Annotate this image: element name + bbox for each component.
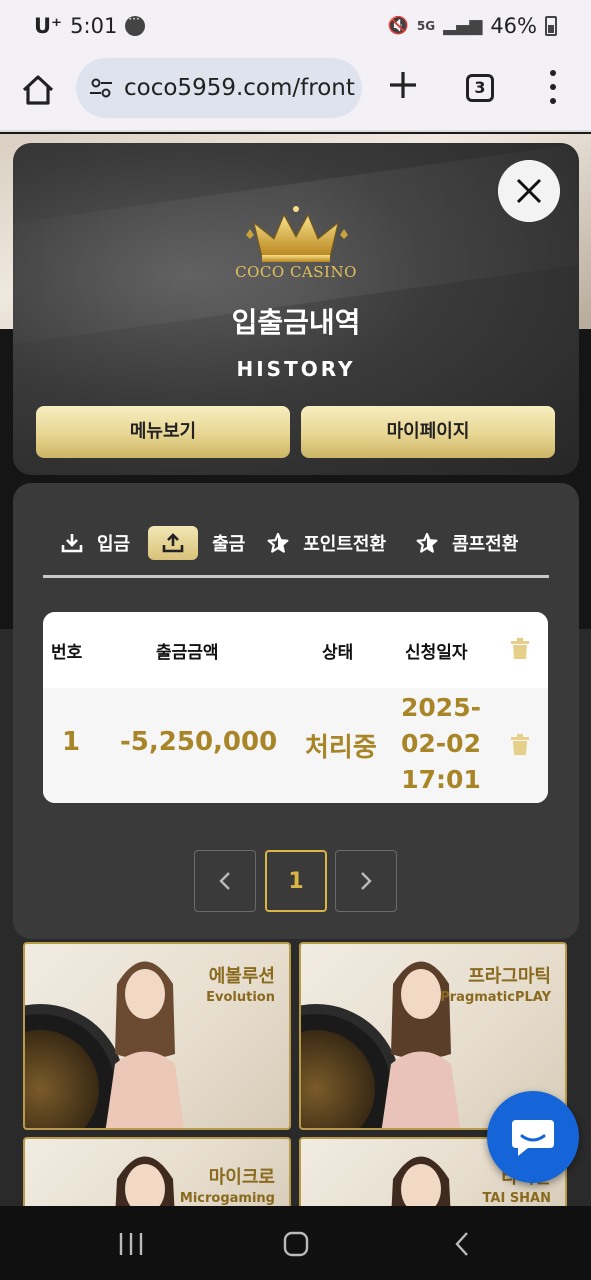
header-amount: 출금금액 (156, 643, 219, 663)
history-content-card: 입금 출금 포인트전환 콤프전환 번호 출금금액 상태 신청일자 1 -5,25… (13, 483, 579, 939)
carrier-label: U⁺ (34, 14, 63, 38)
browser-toolbar: coco5959.com/front 3 (0, 56, 591, 132)
battery-icon (545, 16, 557, 36)
tab-withdraw-label: 출금 (212, 534, 246, 555)
delete-row-icon[interactable] (510, 734, 530, 756)
row-date-line1: 2025- (401, 693, 481, 722)
prev-page-button[interactable] (194, 850, 256, 912)
game-name-ko: 에볼루션 (208, 966, 275, 987)
tab-deposit[interactable]: 입금 (61, 530, 130, 556)
row-amount: -5,250,000 (120, 727, 278, 757)
url-text: coco5959.com/front (124, 75, 355, 101)
back-icon[interactable] (452, 1230, 472, 1258)
history-header-card: COCO CASINO 입출금내역 HISTORY 메뉴보기 마이페이지 (13, 143, 579, 475)
address-bar[interactable]: coco5959.com/front (76, 58, 362, 118)
star-icon (416, 532, 438, 553)
upload-icon (162, 533, 184, 553)
chevron-left-icon (219, 872, 230, 890)
download-icon (61, 534, 83, 553)
header-status: 상태 (322, 643, 354, 663)
message-icon (125, 12, 146, 36)
page-1-button[interactable]: 1 (265, 850, 327, 912)
battery-label: 46% (490, 14, 537, 38)
history-tabs: 입금 출금 포인트전환 콤프전환 (43, 523, 547, 563)
recent-apps-icon[interactable] (118, 1230, 144, 1258)
header-number: 번호 (51, 643, 83, 663)
logo-text: COCO CASINO (235, 263, 357, 281)
delete-all-icon[interactable] (510, 638, 530, 660)
chat-bubble-icon (512, 1120, 554, 1156)
coco-casino-logo: COCO CASINO (224, 205, 368, 285)
row-date-line3: 17:01 (401, 765, 481, 794)
live-chat-button[interactable] (487, 1091, 579, 1183)
tab-withdraw-icon-box (148, 526, 199, 560)
page-title: 입출금내역 (231, 306, 361, 339)
page-subtitle: HISTORY (236, 357, 356, 381)
menu-button[interactable]: 메뉴보기 (36, 406, 290, 458)
next-page-button[interactable] (335, 850, 397, 912)
game-name-ko: 프라그마틱 (468, 966, 551, 987)
mute-icon: 🔇 (387, 16, 409, 36)
dealer-image (105, 961, 185, 1128)
crown-icon (246, 206, 348, 262)
table-row: 1 -5,250,000 처리중 2025- 02-02 17:01 (43, 688, 548, 803)
close-icon[interactable] (498, 160, 560, 222)
tab-withdraw[interactable]: 출금 (148, 526, 245, 560)
star-icon (267, 532, 289, 553)
dealer-image (381, 961, 461, 1128)
header-date: 신청일자 (405, 643, 468, 663)
home-nav-icon[interactable] (283, 1230, 309, 1258)
game-name-en: PragmaticPLAY (440, 990, 551, 1005)
row-date-line2: 02-02 (401, 729, 481, 758)
game-name-ko: 마이크로 (208, 1167, 275, 1188)
row-number: 1 (62, 727, 81, 757)
new-tab-icon[interactable] (386, 68, 420, 102)
status-bar: U⁺ 5:01 🔇 5G ▂▄▆ 46% (0, 0, 591, 56)
row-status: 처리중 (305, 733, 377, 763)
home-icon[interactable] (18, 70, 58, 110)
game-card-evolution[interactable]: 에볼루션 Evolution (23, 942, 291, 1130)
tab-comp-conversion[interactable]: 콤프전환 (416, 530, 518, 556)
tab-comp-label: 콤프전환 (452, 534, 519, 555)
site-settings-icon[interactable] (88, 75, 114, 101)
withdraw-history-table: 번호 출금금액 상태 신청일자 1 -5,250,000 처리중 2025- 0… (43, 612, 548, 803)
network-label: 5G (416, 19, 436, 33)
game-name-en: Evolution (206, 990, 275, 1005)
row-date: 2025- 02-02 17:01 (391, 690, 491, 798)
system-nav-bar (0, 1206, 591, 1280)
tab-point-label: 포인트전환 (303, 534, 387, 555)
table-header: 번호 출금금액 상태 신청일자 (43, 612, 548, 688)
game-card-microgaming[interactable]: 마이크로 Microgaming (23, 1137, 291, 1217)
tab-switcher-button[interactable]: 3 (466, 74, 494, 102)
mypage-button[interactable]: 마이페이지 (301, 406, 555, 458)
tab-deposit-label: 입금 (97, 534, 131, 555)
time-label: 5:01 (70, 14, 118, 38)
game-name-en: TAI SHAN (482, 1191, 551, 1206)
game-name-en: Microgaming (179, 1191, 275, 1206)
tab-point-conversion[interactable]: 포인트전환 (267, 530, 386, 556)
chevron-right-icon (361, 872, 372, 890)
more-options-icon[interactable] (544, 70, 562, 104)
tab-divider (43, 575, 549, 578)
signal-icon: ▂▄▆ (443, 16, 483, 36)
